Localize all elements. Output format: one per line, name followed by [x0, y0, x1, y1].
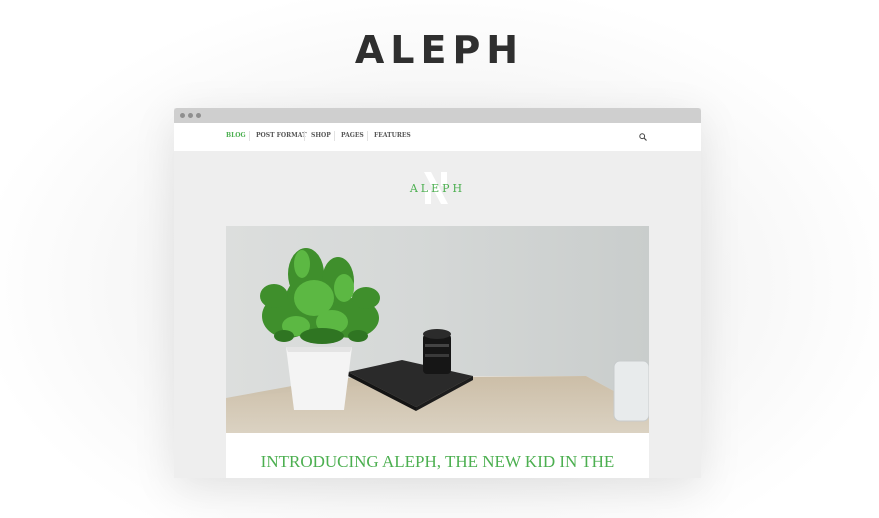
nav-item-post-format[interactable]: POST FORMAT [256, 132, 307, 139]
window-dot [180, 113, 185, 118]
window-dot [188, 113, 193, 118]
nav-divider [304, 131, 305, 141]
nav-item-blog[interactable]: BLOG [226, 132, 246, 139]
post-card: INTRODUCING ALEPH, THE NEW KID IN THE [226, 226, 649, 478]
browser-titlebar [174, 108, 701, 123]
nav-divider [367, 131, 368, 141]
logo-text: ALEPH [409, 182, 466, 195]
nav-item-pages[interactable]: PAGES [341, 132, 364, 139]
nav-item-shop[interactable]: SHOP [311, 132, 331, 139]
plant-and-camera-image [226, 226, 649, 433]
site-logo[interactable]: ALEPH [174, 170, 701, 206]
search-icon[interactable] [639, 133, 647, 141]
brand-title: ALEPH [354, 28, 525, 72]
featured-image[interactable] [226, 226, 649, 433]
nav-item-features[interactable]: FEATURES [374, 132, 411, 139]
post-title[interactable]: INTRODUCING ALEPH, THE NEW KID IN THE [226, 452, 649, 472]
browser-window-mockup: BLOG POST FORMAT SHOP PAGES FEATURES ALE… [174, 108, 701, 478]
site-navbar: BLOG POST FORMAT SHOP PAGES FEATURES [174, 123, 701, 151]
nav-divider [249, 131, 250, 141]
window-dot [196, 113, 201, 118]
nav-divider [334, 131, 335, 141]
